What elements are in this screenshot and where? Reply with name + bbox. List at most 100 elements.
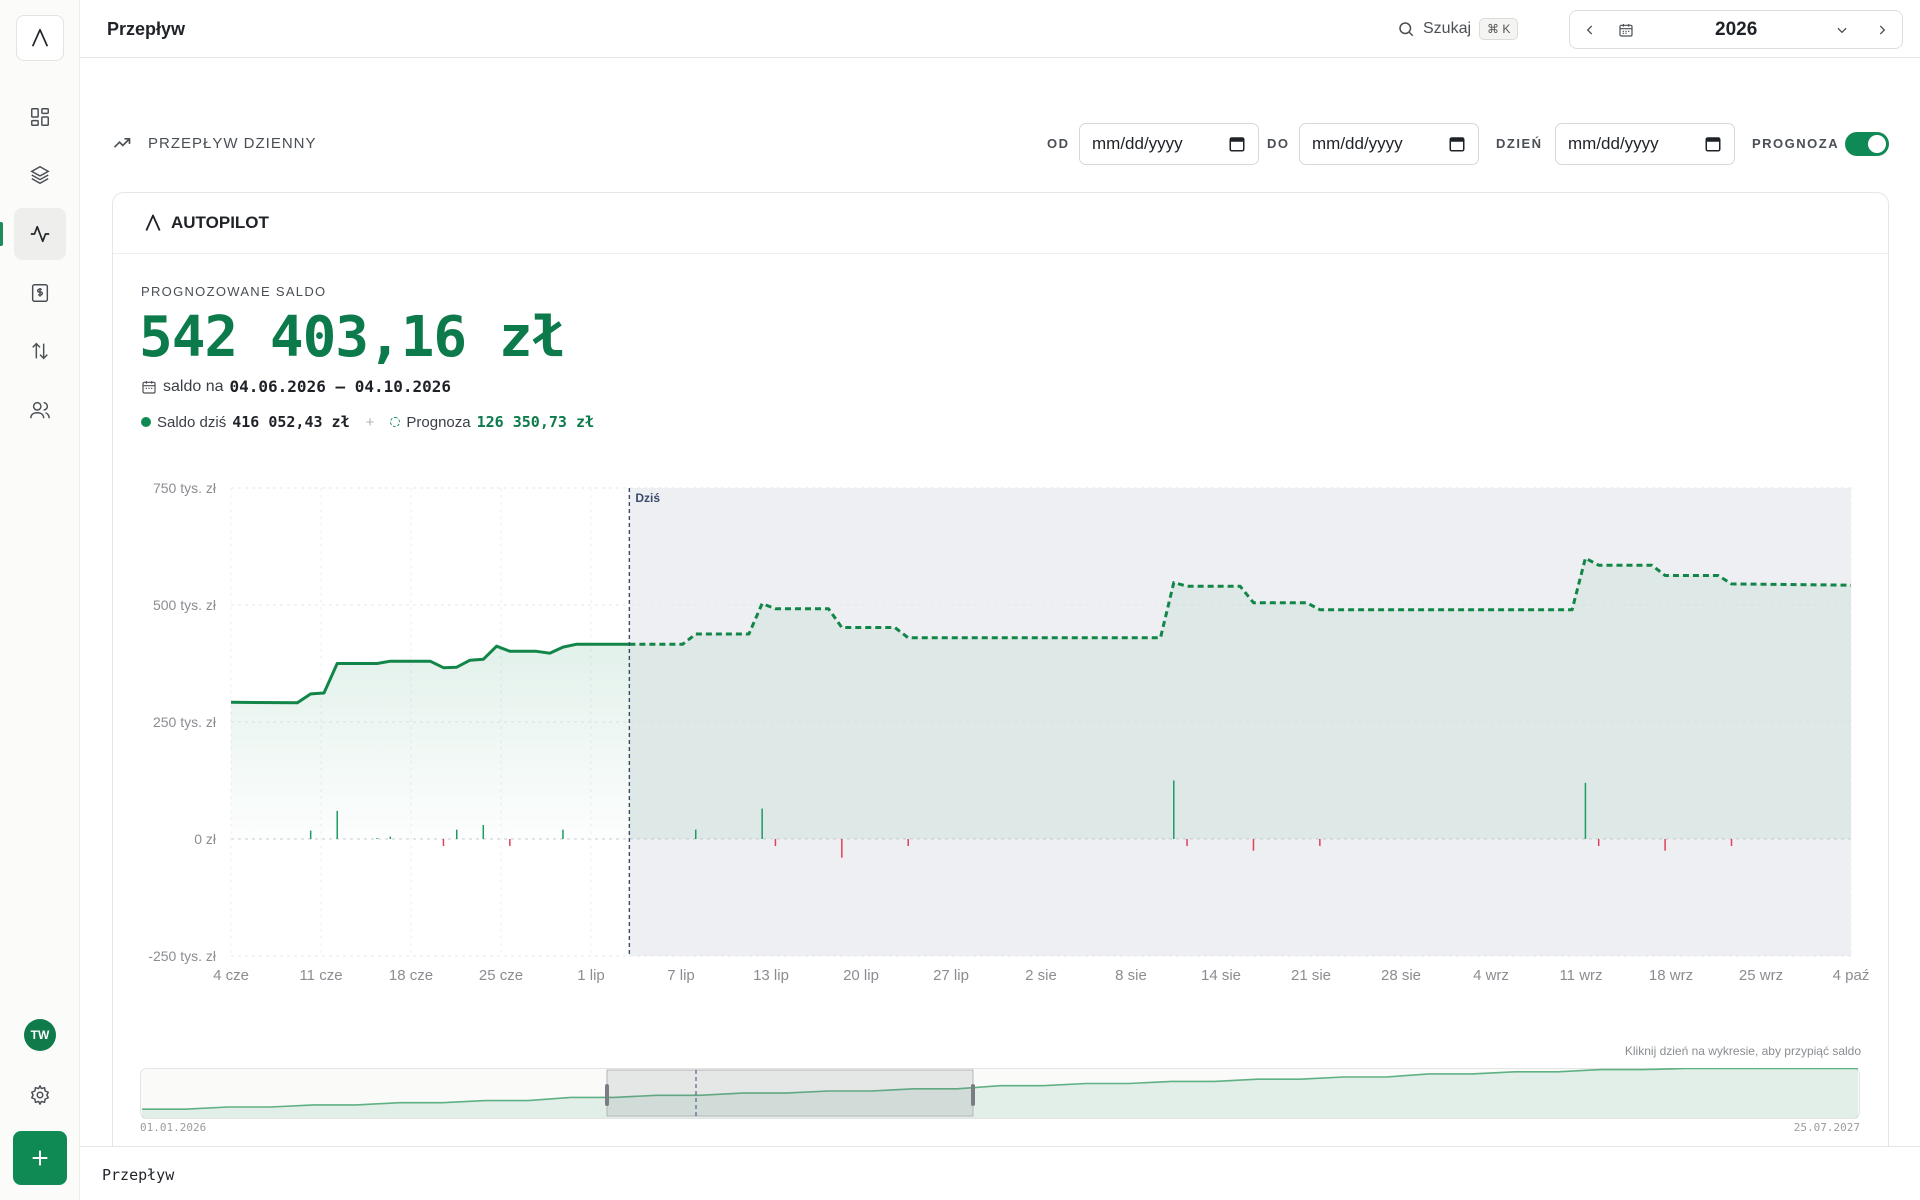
chevron-right-icon [1879, 25, 1886, 35]
chevron-down-icon[interactable] [1832, 20, 1852, 40]
filter-day-label: DZIEŃ [1496, 136, 1543, 151]
x-tick-label: 2 sie [1025, 967, 1057, 984]
x-tick-label: 4 paź [1833, 967, 1870, 984]
x-tick-label: 18 wrz [1649, 967, 1693, 984]
brush-end-label: 25.07.2027 [1794, 1121, 1860, 1132]
arrows-up-down-icon [32, 342, 48, 360]
year-picker: 2026 [1569, 10, 1903, 49]
settings-button[interactable] [26, 1081, 54, 1109]
date-to-value: mm/dd/yyyy [1312, 134, 1403, 153]
x-tick-label: 25 wrz [1739, 967, 1783, 984]
invoice-icon [31, 284, 49, 302]
logo-icon [31, 28, 49, 47]
date-to-input[interactable]: mm/dd/yyyy [1299, 123, 1479, 165]
topbar: Przepływ Szukaj ⌘ K 2026 [80, 0, 1920, 58]
actual-area [231, 644, 630, 839]
forecast-dot-icon [390, 417, 401, 427]
x-tick-label: 25 cze [479, 967, 523, 984]
x-tick-label: 4 wrz [1473, 967, 1509, 984]
filter-to-label: DO [1267, 136, 1290, 151]
kpi-range: saldo na 04.06.2026 – 04.10.2026 [141, 377, 451, 396]
sidebar-item-layers[interactable] [14, 149, 66, 201]
sidebar: TW [0, 0, 80, 1200]
today-label: Saldo dziś [157, 413, 227, 431]
gear-icon [31, 1085, 49, 1105]
calendar-icon [1705, 137, 1721, 152]
trending-up-icon [113, 138, 131, 148]
range-brush[interactable]: 01.01.2026 25.07.2027 [140, 1068, 1860, 1132]
kpi-label: PROGNOZOWANE SALDO [141, 284, 327, 299]
add-button[interactable] [13, 1131, 67, 1185]
x-tick-label: 11 wrz [1559, 967, 1602, 984]
kpi-value: 542 403,16 zł [139, 305, 565, 370]
forecast-value: 126 350,73 zł [476, 413, 595, 431]
status-bar: Przepływ [80, 1146, 1920, 1200]
y-tick-label: 750 tys. zł [153, 480, 217, 496]
calendar-icon [142, 380, 156, 394]
page-title: Przepływ [107, 19, 186, 39]
card-title: AUTOPILOT [171, 213, 269, 232]
sidebar-item-dashboard[interactable] [14, 91, 66, 143]
sidebar-item-invoices[interactable] [14, 267, 66, 319]
range-prefix: saldo na [163, 377, 224, 395]
x-tick-label: 18 cze [389, 967, 433, 984]
layers-icon [30, 165, 50, 185]
y-tick-label: 500 tys. zł [153, 597, 217, 613]
x-tick-label: 7 lip [667, 967, 695, 984]
autopilot-card: AUTOPILOT PROGNOZOWANE SALDO 542 403,16 … [112, 192, 1889, 1192]
search-button[interactable]: Szukaj ⌘ K [1397, 14, 1519, 44]
x-tick-label: 28 sie [1381, 967, 1421, 984]
activity-icon [30, 225, 50, 243]
year-select[interactable]: 2026 [1715, 19, 1757, 41]
x-tick-label: 8 sie [1115, 967, 1147, 984]
grid-icon [31, 108, 49, 126]
user-avatar[interactable]: TW [24, 1019, 56, 1051]
plus-icon [32, 1150, 48, 1166]
x-tick-label: 4 cze [213, 967, 249, 984]
y-tick-label: 250 tys. zł [153, 714, 217, 730]
sidebar-item-users[interactable] [14, 384, 66, 436]
forecast-toggle[interactable] [1845, 132, 1889, 156]
kpi-legend: Saldo dziś 416 052,43 zł + Prognoza 126 … [141, 413, 594, 431]
avatar-initials: TW [30, 1028, 50, 1042]
prev-year-button[interactable] [1580, 20, 1600, 40]
date-day-value: mm/dd/yyyy [1568, 134, 1659, 153]
calendar-icon [1449, 137, 1465, 152]
today-dot-icon [141, 417, 151, 427]
next-year-button[interactable] [1872, 20, 1892, 40]
x-tick-label: 20 lip [843, 967, 879, 984]
forecast-label: Prognoza [406, 413, 471, 431]
sidebar-item-transfers[interactable] [14, 325, 66, 377]
sidebar-item-flow[interactable] [14, 208, 66, 260]
search-label: Szukaj [1423, 20, 1472, 37]
today-value: 416 052,43 zł [232, 413, 350, 431]
forecast-toggle-label: PROGNOZA [1752, 136, 1840, 151]
chevron-left-icon [1586, 25, 1593, 35]
x-tick-label: 14 sie [1201, 967, 1241, 984]
y-tick-label: 0 zł [194, 831, 217, 847]
range-value: 04.06.2026 – 04.10.2026 [229, 377, 452, 396]
section-title: PRZEPŁYW DZIENNY [148, 134, 317, 152]
x-tick-label: 11 cze [299, 967, 342, 984]
app-logo[interactable] [16, 15, 64, 61]
date-day-input[interactable]: mm/dd/yyyy [1555, 123, 1735, 165]
flow-chart[interactable]: 750 tys. zł 500 tys. zł 250 tys. zł 0 zł -25… [113, 463, 1889, 1013]
date-from-input[interactable]: mm/dd/yyyy [1079, 123, 1259, 165]
status-title: Przepływ [102, 1166, 175, 1184]
search-shortcut: ⌘ K [1479, 18, 1519, 40]
brush-start-label: 01.01.2026 [140, 1121, 206, 1132]
calendar-icon [1229, 137, 1245, 152]
filter-from-label: OD [1047, 136, 1070, 151]
active-indicator [0, 222, 3, 246]
brush-handle-left [605, 1084, 609, 1106]
x-tick-label: 1 lip [577, 967, 605, 984]
today-label: Dziś [635, 491, 660, 505]
plus-sign: + [365, 413, 375, 431]
calendar-icon [1616, 20, 1636, 40]
brush-hint: Kliknij dzień na wykresie, aby przypiąć … [1624, 1044, 1861, 1058]
card-header: AUTOPILOT [113, 193, 1888, 254]
brush-selection [606, 1069, 974, 1117]
section-header: PRZEPŁYW DZIENNY [112, 133, 317, 153]
brush-handle-right [971, 1084, 975, 1106]
users-icon [30, 401, 50, 419]
